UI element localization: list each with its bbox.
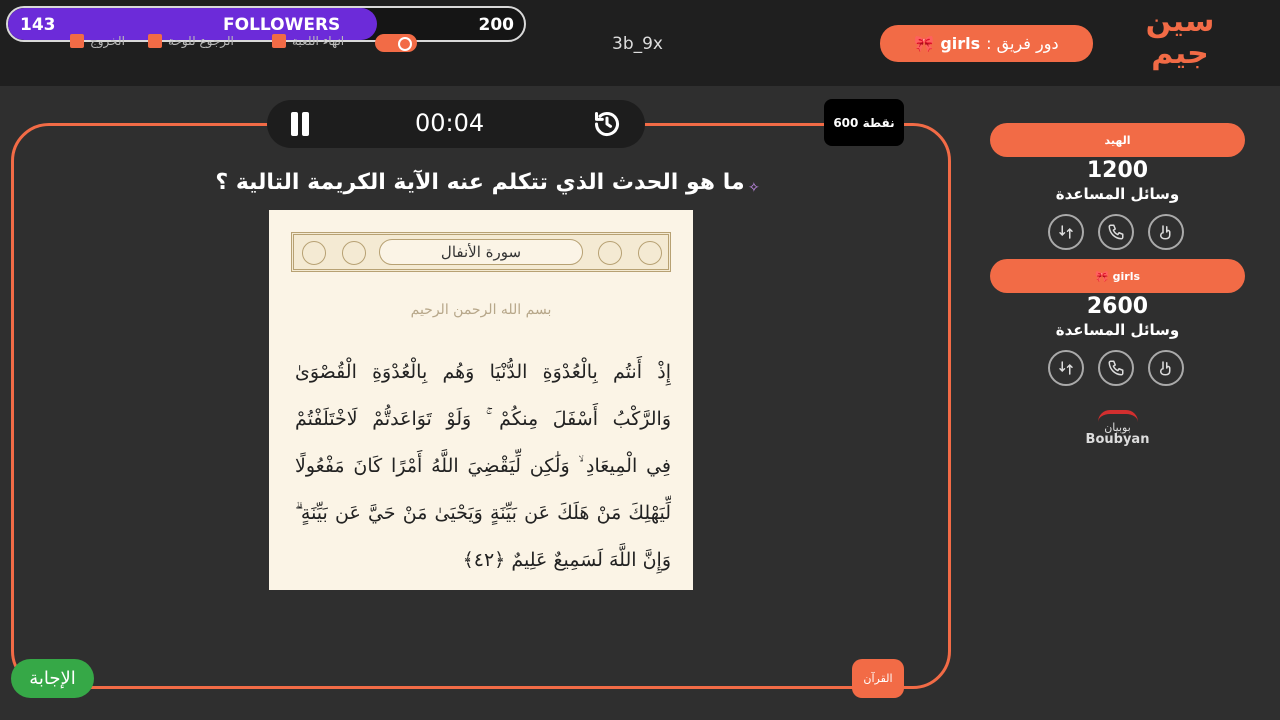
logo: سين جيم: [1145, 4, 1215, 71]
verse-line: وَإِنَّ اللَّهَ لَسَمِيعٌ عَلِيمٌ ﴿٤٢﴾: [462, 549, 671, 571]
verse-line: فِي الْمِيعَادِ ۙ وَلَٰكِن لِّيَقْضِيَ ا…: [295, 455, 671, 477]
team-1-aids-label: وسائل المساعدة: [1055, 185, 1180, 203]
ribbon-icon: 🎀: [1094, 269, 1109, 283]
followers-goal: 200: [478, 15, 515, 35]
team-2-name-pill: 🎀 girls: [990, 259, 1245, 293]
exit-link[interactable]: الخروج: [70, 34, 125, 48]
question-text: ما هو الحدث الذي تتكلم عنه الآية الكريمة…: [215, 170, 745, 195]
cursor-icon: ✧: [748, 180, 760, 196]
turn-team-name: girls: [940, 34, 981, 53]
game-code: 3b_9x: [612, 34, 663, 54]
phone-aid-icon[interactable]: [1098, 350, 1134, 386]
ornament-icon: [302, 241, 326, 265]
followers-current: 143: [20, 15, 56, 35]
settings-toggle-icon[interactable]: [375, 34, 417, 52]
surah-title: سورة الأنفال: [379, 239, 583, 265]
verse-image: سورة الأنفال بسم الله الرحمن الرحيم إِذْ…: [269, 210, 693, 590]
team-1-name-pill: الهيد: [990, 123, 1245, 157]
top-links: انهاء اللعبة الرجوع للوحة الخروج: [66, 34, 426, 56]
team-1-score: 1200: [1086, 158, 1149, 183]
end-game-link[interactable]: انهاء اللعبة: [272, 34, 344, 48]
ornament-icon: [638, 241, 662, 265]
surah-banner: سورة الأنفال: [291, 232, 671, 272]
sponsor-logo: بوبيان Boubyan: [1080, 410, 1155, 450]
timer-display: 00:04: [415, 109, 485, 137]
back-to-board-link[interactable]: الرجوع للوحة: [148, 34, 234, 48]
board-icon: [148, 34, 162, 48]
team-turn-badge: دور فريق : girls 🎀: [880, 25, 1093, 62]
double-answer-aid-icon[interactable]: [1148, 214, 1184, 250]
verse-lines: إِذْ أَنتُم بِالْعُدْوَةِ الدُّنْيَا وَه…: [295, 350, 671, 585]
double-answer-aid-icon[interactable]: [1148, 350, 1184, 386]
restart-icon[interactable]: [593, 110, 621, 138]
verse-line: لِّيَهْلِكَ مَنْ هَلَكَ عَن بَيِّنَةٍ وَ…: [295, 502, 671, 524]
timer-bar: 00:04: [267, 100, 645, 148]
ornament-icon: [342, 241, 366, 265]
sponsor-english: Boubyan: [1085, 432, 1150, 447]
team-2-aids-label: وسائل المساعدة: [1055, 321, 1180, 339]
swap-aid-icon[interactable]: [1048, 350, 1084, 386]
ornament-icon: [598, 241, 622, 265]
swap-aid-icon[interactable]: [1048, 214, 1084, 250]
verse-line: وَالرَّكْبُ أَسْفَلَ مِنكُمْ ۚ وَلَوْ تَ…: [295, 408, 671, 430]
ribbon-icon: 🎀: [914, 34, 935, 53]
team-2-score: 2600: [1086, 294, 1149, 319]
top-bar: 143 FOLLOWERS 200 انهاء اللعبة الرجوع لل…: [0, 0, 1280, 86]
bismillah: بسم الله الرحمن الرحيم: [410, 302, 552, 318]
turn-prefix: دور فريق :: [986, 34, 1059, 53]
followers-label: FOLLOWERS: [223, 15, 341, 35]
verse-line: إِذْ أَنتُم بِالْعُدْوَةِ الدُّنْيَا وَه…: [295, 361, 671, 383]
category-button[interactable]: القرآن: [852, 659, 904, 698]
phone-aid-icon[interactable]: [1098, 214, 1134, 250]
exit-icon: [70, 34, 84, 48]
pause-icon[interactable]: [289, 112, 311, 136]
end-game-icon: [272, 34, 286, 48]
answer-button[interactable]: الإجابة: [11, 659, 94, 698]
points-badge: 600 نقطة: [824, 99, 904, 146]
